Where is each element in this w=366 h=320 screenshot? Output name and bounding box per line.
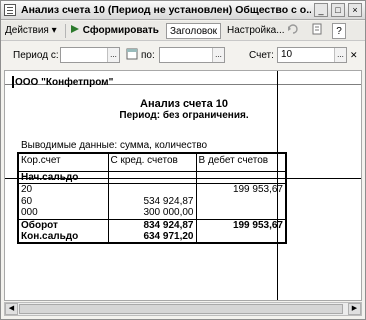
page-glyph-icon [312,23,322,35]
period-to-label: по: [141,50,155,61]
document-icon[interactable] [312,23,323,39]
account-value: 10 [281,49,293,60]
report-area[interactable]: ООО "Конфетпром" Анализ счета 10 Период:… [4,70,362,301]
ellipsis-icon[interactable]: ... [107,48,119,62]
report-period: Период: без ограничения. [119,110,249,121]
params-panel: Период с: ... по: ... Счет: 10 ... ✕ [1,42,365,68]
scroll-left-icon[interactable]: ◀ [5,303,18,315]
period-from-label: Период с: [13,50,59,61]
table-row: Оборот 834 924,87 199 953,67 [18,218,286,231]
table-row: 000 300 000,00 [18,207,286,219]
scroll-right-icon[interactable]: ▶ [348,303,361,315]
table-cell: 20 [18,183,109,195]
table-cell: 199 953,67 [196,218,286,231]
period-to-field[interactable]: ... [159,47,225,63]
table-cell: 634 971,20 [108,231,197,243]
help-button[interactable]: ? [332,23,346,39]
closing-balance-label: Кон.сальдо [18,231,109,243]
account-field[interactable]: 10 ... [277,47,347,63]
ellipsis-icon[interactable]: ... [334,48,346,62]
actions-menu[interactable]: Действия ▾ [5,23,57,39]
window-title: Анализ счета 10 (Период не установлен) О… [21,4,311,16]
table-cell [196,195,286,207]
title-bar[interactable]: Анализ счета 10 (Период не установлен) О… [1,1,365,20]
refresh-icon[interactable] [287,23,299,39]
refresh-glyph-icon [288,24,298,34]
table-cell: 300 000,00 [108,207,197,219]
horizontal-scrollbar[interactable]: ◀ ▶ [4,302,362,316]
table-cell: 834 924,87 [108,218,197,231]
close-button[interactable]: × [348,3,362,17]
table-row: Нач.сальдо [18,171,286,184]
column-header: Кор.счет [18,153,109,172]
play-arrow-icon [71,25,79,33]
table-cell: 000 [18,207,109,219]
table-cell: 60 [18,195,109,207]
column-header: С кред. счетов [108,153,197,172]
actions-menu-label: Действия [5,25,49,36]
calendar-glyph-icon [126,48,138,60]
text-cursor [12,76,14,88]
company-name: ООО "Конфетпром" [15,77,114,88]
output-data-note: Выводимые данные: сумма, количество [21,140,208,151]
account-analysis-table: Кор.счет С кред. счетов В дебет счетов Н… [17,152,287,244]
turnover-label: Оборот [18,218,109,231]
toolbar: Действия ▾ Сформировать Заголовок Настро… [1,21,365,41]
table-cell [196,171,286,184]
report-icon [4,4,16,16]
calendar-icon[interactable] [126,47,138,64]
table-cell: 534 924,87 [108,195,197,207]
scroll-thumb[interactable] [19,304,343,314]
report-window: Анализ счета 10 (Период не установлен) О… [0,0,366,320]
clear-icon[interactable]: ✕ [350,50,358,61]
table-cell [108,171,197,184]
minimize-button[interactable]: _ [314,3,328,17]
table-cell [196,207,286,219]
chevron-down-icon: ▾ [51,25,57,36]
account-label: Счет: [249,50,274,61]
report-title: Анализ счета 10 [140,98,228,110]
table-header-row: Кор.счет С кред. счетов В дебет счетов [18,153,286,172]
period-from-field[interactable]: ... [60,47,120,63]
header-toggle-button[interactable]: Заголовок [166,23,222,39]
settings-button[interactable]: Настройка... [227,23,285,39]
opening-balance-label: Нач.сальдо [18,171,109,184]
toolbar-divider [65,24,66,38]
table-row: 20 199 953,67 [18,183,286,195]
generate-button[interactable]: Сформировать [70,23,159,39]
table-cell: 199 953,67 [232,183,283,195]
table-cell [196,231,286,243]
maximize-button[interactable]: □ [331,3,345,17]
column-header: В дебет счетов [196,153,286,172]
table-row: Кон.сальдо 634 971,20 [18,231,286,243]
generate-button-label: Сформировать [82,25,159,36]
table-row: 60 534 924,87 [18,195,286,207]
ellipsis-icon[interactable]: ... [212,48,224,62]
table-cell [108,183,197,195]
